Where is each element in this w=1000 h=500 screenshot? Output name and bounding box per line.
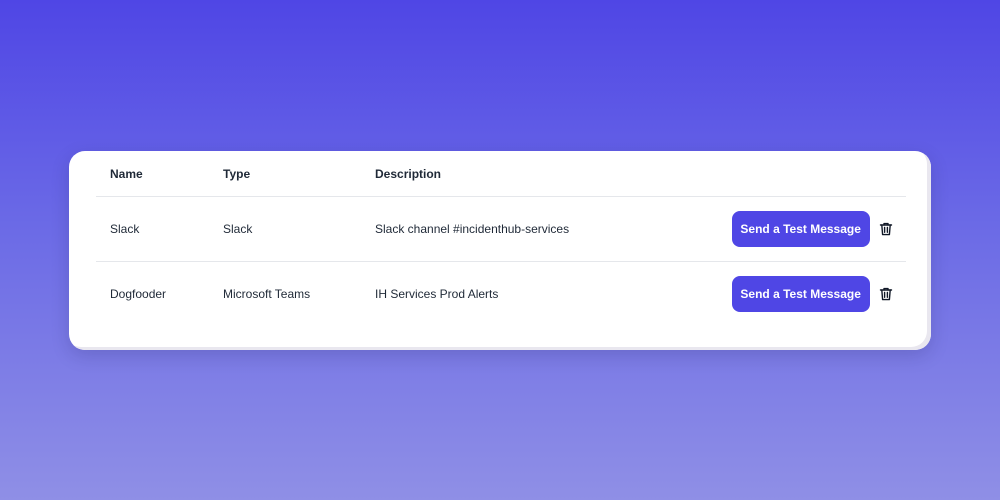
column-header-type: Type xyxy=(209,151,361,197)
cell-type: Microsoft Teams xyxy=(223,287,311,301)
cell-name: Dogfooder xyxy=(110,287,167,301)
table-row: Dogfooder Microsoft Teams IH Services Pr… xyxy=(96,262,906,327)
cell-actions: Send a Test Message xyxy=(715,262,906,327)
trash-icon[interactable] xyxy=(878,286,894,302)
trash-icon[interactable] xyxy=(878,221,894,237)
cell-name: Slack xyxy=(96,196,209,262)
cell-description: Slack channel #incidenthub-services xyxy=(361,196,715,262)
table-row: Slack Slack Slack channel #incidenthub-s… xyxy=(96,196,906,262)
integrations-table: Name Type Description Slack Slack Slack … xyxy=(96,151,906,326)
column-header-description: Description xyxy=(361,151,715,197)
integrations-card: Name Type Description Slack Slack Slack … xyxy=(69,151,931,350)
column-header-actions xyxy=(715,151,906,197)
cell-type: Slack xyxy=(209,196,361,262)
send-test-message-button[interactable]: Send a Test Message xyxy=(731,211,870,247)
cell-description: IH Services Prod Alerts xyxy=(375,287,499,301)
cell-actions: Send a Test Message xyxy=(715,196,906,262)
column-header-name: Name xyxy=(96,151,209,197)
send-test-message-button[interactable]: Send a Test Message xyxy=(731,276,870,312)
table-header-row: Name Type Description xyxy=(96,151,906,197)
